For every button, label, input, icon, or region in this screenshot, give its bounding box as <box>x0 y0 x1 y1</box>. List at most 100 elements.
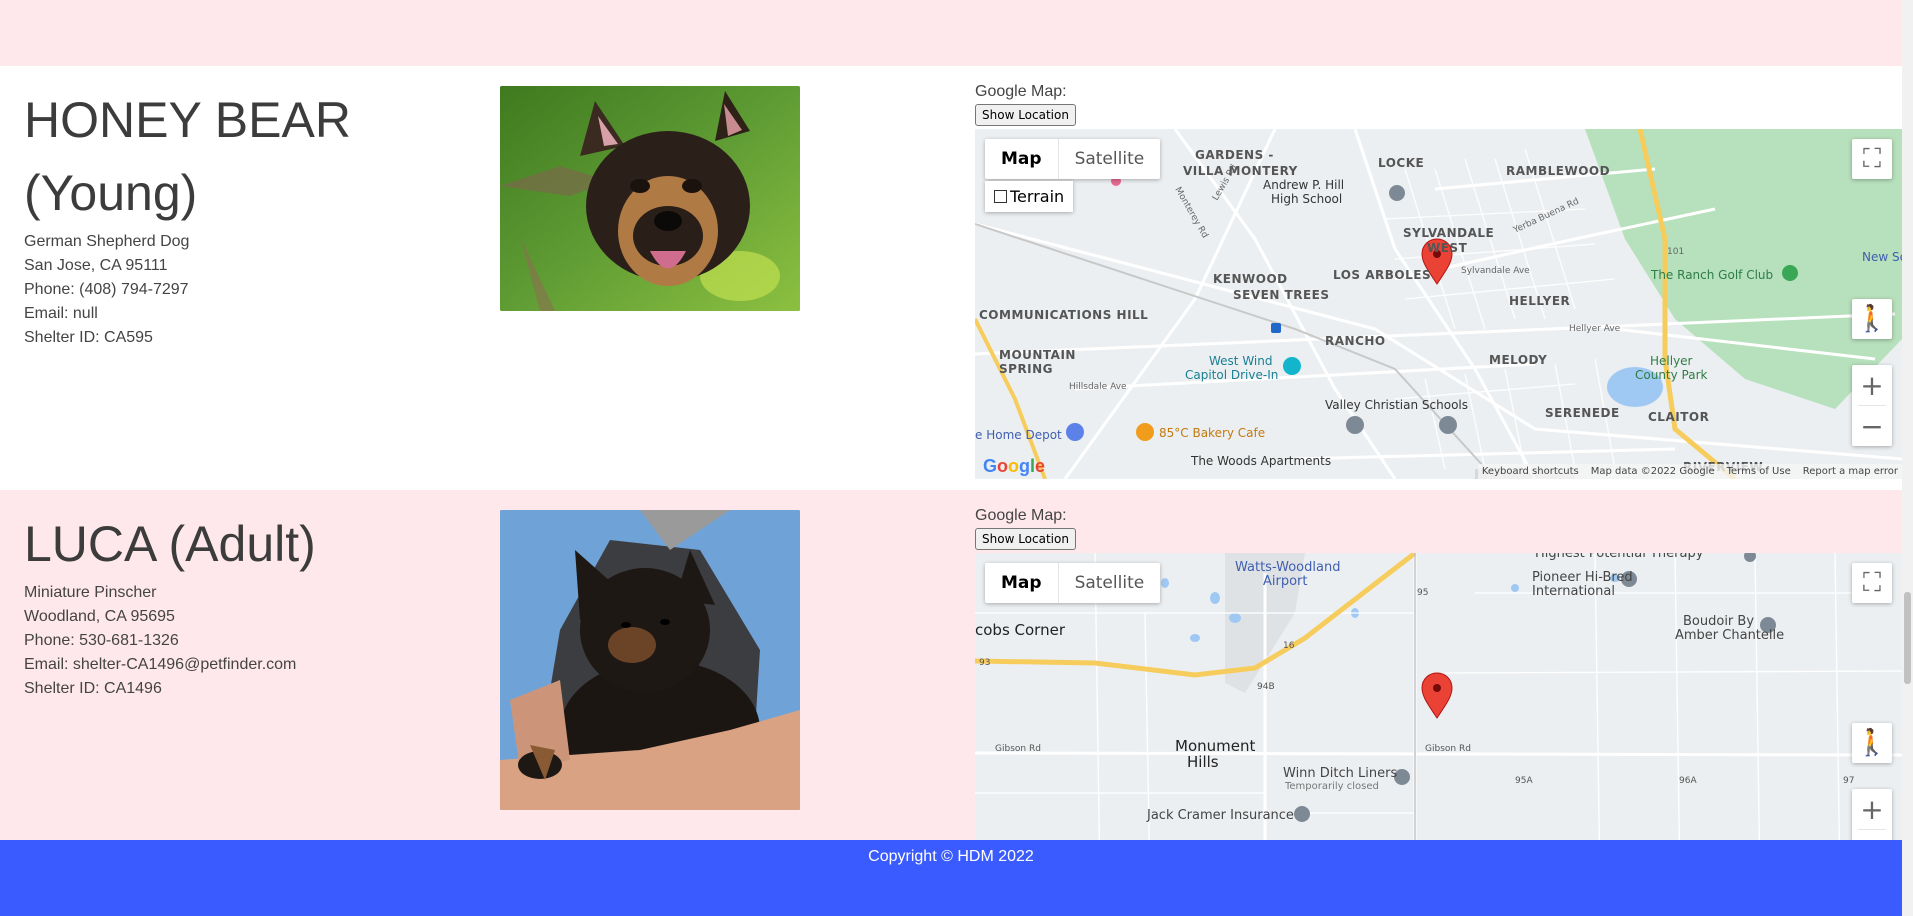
fullscreen-icon: ⛶ <box>1862 143 1882 174</box>
map-label: Google Map: <box>975 83 1067 100</box>
map-place: MELODY <box>1489 353 1547 367</box>
map-type-control: Map Satellite <box>985 139 1161 179</box>
german-shepherd-photo <box>500 86 800 311</box>
map-place: cobs Corner <box>975 621 1066 639</box>
map-place: County Park <box>1635 368 1708 382</box>
map-place: RANCHO <box>1325 334 1386 348</box>
map-highway-shield: 96A <box>1679 776 1697 786</box>
zoom-in-button[interactable]: + <box>1852 789 1892 829</box>
map-street: Gibson Rd <box>1425 744 1471 754</box>
pet-location: San Jose, CA 95111 <box>24 257 168 274</box>
zoom-in-button[interactable]: + <box>1852 365 1892 405</box>
map-place: LOCKE <box>1378 156 1424 170</box>
map-highway-shield: 94B <box>1257 682 1275 692</box>
pet-location: Woodland, CA 95695 <box>24 608 175 625</box>
pet-shelter-id: Shelter ID: CA595 <box>24 329 153 346</box>
terrain-toggle[interactable]: Terrain <box>985 181 1074 212</box>
pet-info: LUCA (Adult) Miniature Pinscher Woodland… <box>24 508 444 701</box>
top-band <box>0 0 1902 66</box>
map-street: Hillsdale Ave <box>1069 382 1127 392</box>
map-place: Temporarily closed <box>1284 781 1379 792</box>
satellite-button[interactable]: Satellite <box>1057 139 1161 179</box>
page-scrollbar[interactable] <box>1902 0 1913 916</box>
map-label: Google Map: <box>975 507 1067 524</box>
map-place: COMMUNICATIONS HILL <box>979 308 1148 322</box>
map-place: Hellyer <box>1650 354 1693 368</box>
map-button[interactable]: Map <box>985 139 1058 179</box>
pegman-button[interactable]: 🚶 <box>1852 299 1892 339</box>
checkbox-icon[interactable] <box>994 190 1007 203</box>
fullscreen-button[interactable]: ⛶ <box>1852 563 1892 603</box>
map-place: Capitol Drive-In <box>1185 368 1278 382</box>
map-place: 85°C Bakery Cafe <box>1159 426 1265 440</box>
copyright-text: Copyright © HDM 2022 <box>868 848 1034 865</box>
map-highway-shield: 93 <box>979 658 990 668</box>
keyboard-shortcuts-link[interactable]: Keyboard shortcuts <box>1482 466 1579 477</box>
pet-breed: German Shepherd Dog <box>24 233 190 250</box>
map-place: Watts-Woodland <box>1235 560 1340 575</box>
map-place: KENWOOD <box>1213 272 1288 286</box>
fullscreen-button[interactable]: ⛶ <box>1852 139 1892 179</box>
pegman-button[interactable]: 🚶 <box>1852 723 1892 763</box>
terms-of-use-link[interactable]: Terms of Use <box>1727 466 1791 477</box>
map-data-text: Map data ©2022 Google <box>1590 466 1715 477</box>
pet-shelter-id: Shelter ID: CA1496 <box>24 680 162 697</box>
pet-name: HONEY BEAR <box>24 92 351 148</box>
map-place: Airport <box>1263 574 1308 589</box>
map-place: New Seas <box>1862 250 1902 264</box>
map-place: SEVEN TREES <box>1233 288 1330 302</box>
map-place: WEST <box>1427 241 1468 255</box>
pet-photo <box>500 86 800 311</box>
terrain-label: Terrain <box>1010 187 1065 206</box>
map-highway-shield: 101 <box>1667 247 1684 257</box>
report-map-error-link[interactable]: Report a map error <box>1803 466 1898 477</box>
plus-icon: + <box>1860 368 1884 402</box>
google-map[interactable]: Watts-Woodland Airport Highest Potential… <box>975 553 1902 840</box>
pet-breed: Miniature Pinscher <box>24 584 157 601</box>
google-logo[interactable]: Google <box>983 456 1045 477</box>
pet-phone: Phone: 530-681-1326 <box>24 632 179 649</box>
map-place: West Wind <box>1209 354 1272 368</box>
map-street: Gibson Rd <box>995 744 1041 754</box>
map-place: Boudoir By <box>1683 614 1754 629</box>
map-place: SYLVANDALE <box>1403 226 1494 240</box>
fullscreen-icon: ⛶ <box>1862 567 1882 598</box>
satellite-button[interactable]: Satellite <box>1057 563 1161 603</box>
plus-icon: + <box>1860 792 1884 826</box>
map-highway-shield: 16 <box>1283 641 1295 651</box>
show-location-button[interactable]: Show Location <box>975 528 1076 550</box>
map-place: Amber Chantelle <box>1675 628 1784 643</box>
map-highway-shield: 97 <box>1843 776 1854 786</box>
map-section: Google Map: Show Location <box>975 82 1902 479</box>
google-map[interactable]: GARDENS - VILLA MONTERY LOCKE RAMBLEWOOD… <box>975 129 1902 479</box>
map-place: VILLA MONTERY <box>1183 164 1298 178</box>
map-highway-shield: 95A <box>1515 776 1533 786</box>
map-place: SERENEDE <box>1545 406 1620 420</box>
map-place: High School <box>1271 192 1342 206</box>
map-place: GARDENS - <box>1195 148 1274 162</box>
pet-age: (Young) <box>24 165 198 221</box>
map-place: SPRING <box>999 362 1053 376</box>
zoom-out-button[interactable]: − <box>1852 830 1892 841</box>
pet-phone: Phone: (408) 794-7297 <box>24 281 189 298</box>
map-place: MOUNTAIN <box>999 348 1076 362</box>
zoom-out-button[interactable]: − <box>1852 406 1892 446</box>
map-attribution: Keyboard shortcuts Map data ©2022 Google… <box>1477 464 1902 479</box>
map-type-control: Map Satellite <box>985 563 1161 603</box>
show-location-button[interactable]: Show Location <box>975 104 1076 126</box>
map-place: Winn Ditch Liners <box>1283 766 1397 781</box>
miniature-pinscher-photo <box>500 510 800 810</box>
map-tiles[interactable]: GARDENS - VILLA MONTERY LOCKE RAMBLEWOOD… <box>975 129 1902 479</box>
map-place: The Woods Apartments <box>1190 454 1331 468</box>
scrollbar-thumb[interactable] <box>1904 592 1911 684</box>
map-button[interactable]: Map <box>985 563 1058 603</box>
map-street: Hellyer Ave <box>1569 324 1621 334</box>
map-section: Google Map: Show Location <box>975 506 1902 840</box>
pegman-icon: 🚶 <box>1855 728 1889 758</box>
map-place: Highest Potential Therapy <box>1535 553 1704 561</box>
map-street: Sylvandale Ave <box>1461 266 1530 276</box>
map-highway-shield: 95 <box>1417 588 1428 598</box>
map-place: RAMBLEWOOD <box>1506 164 1610 178</box>
pet-card-honey-bear: HONEY BEAR (Young) German Shepherd Dog S… <box>0 66 1902 490</box>
map-place: LOS ARBOLES <box>1333 268 1431 282</box>
